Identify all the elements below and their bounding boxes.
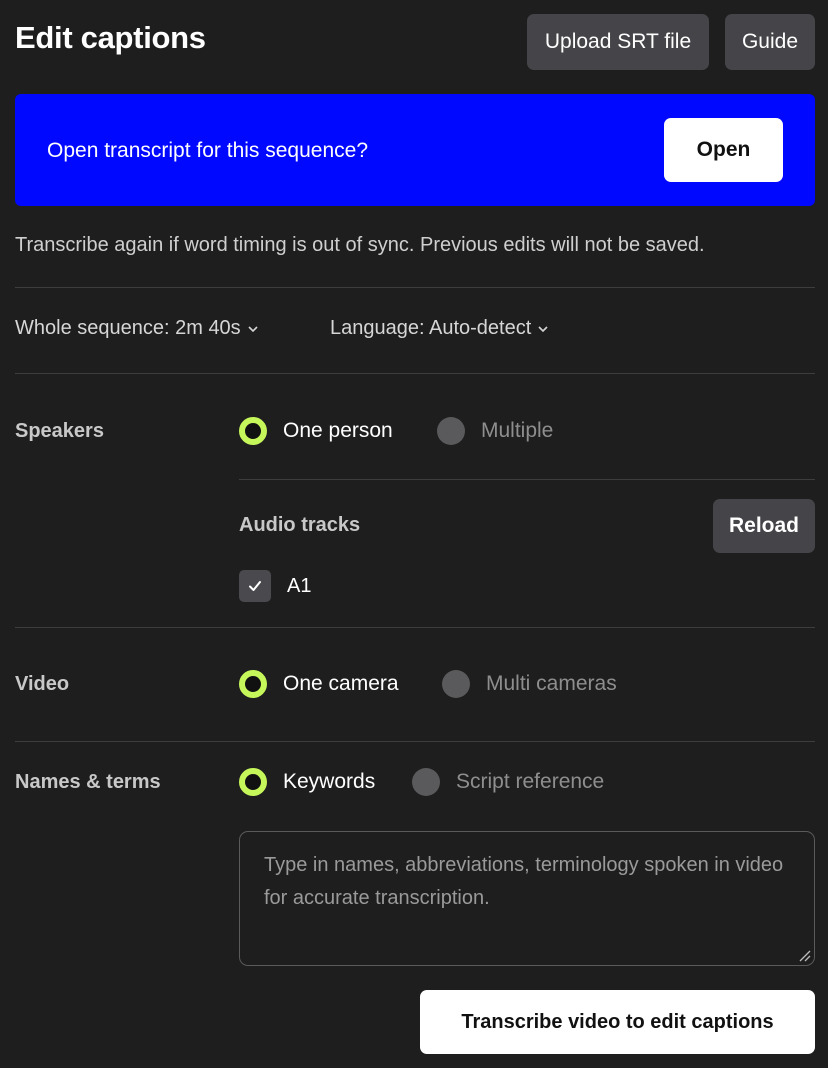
- banner-text: Open transcript for this sequence?: [47, 139, 369, 162]
- radio-selected-icon: [239, 768, 267, 796]
- open-transcript-banner: Open transcript for this sequence? Open: [15, 94, 815, 206]
- divider: [239, 479, 815, 480]
- upload-srt-button[interactable]: Upload SRT file: [527, 14, 709, 70]
- range-dropdown-label: Whole sequence: 2m 40s: [15, 317, 241, 339]
- radio-unselected-icon: [442, 670, 470, 698]
- radio-label: One camera: [283, 672, 399, 695]
- resize-grip-icon[interactable]: [797, 948, 811, 962]
- audio-tracks-label: Audio tracks: [239, 514, 361, 536]
- language-dropdown[interactable]: Language: Auto-detect: [330, 317, 549, 340]
- divider: [15, 373, 815, 374]
- script-reference-radio[interactable]: Script reference: [412, 768, 604, 796]
- guide-button[interactable]: Guide: [725, 14, 815, 70]
- divider: [15, 627, 815, 628]
- speakers-one-person-radio[interactable]: One person: [239, 417, 393, 445]
- radio-label: Script reference: [456, 770, 605, 793]
- radio-label: Keywords: [283, 770, 376, 793]
- chevron-down-icon: [248, 325, 258, 332]
- video-multi-cameras-radio[interactable]: Multi cameras: [442, 670, 617, 698]
- radio-label: Multi cameras: [486, 672, 617, 695]
- range-dropdown[interactable]: Whole sequence: 2m 40s: [15, 317, 259, 340]
- language-dropdown-label: Language: Auto-detect: [330, 317, 532, 339]
- radio-unselected-icon: [412, 768, 440, 796]
- checkmark-icon: [239, 570, 271, 602]
- video-label: Video: [15, 673, 70, 695]
- resync-notice: Transcribe again if word timing is out o…: [15, 234, 705, 256]
- speakers-multiple-radio[interactable]: Multiple: [437, 417, 553, 445]
- keywords-radio[interactable]: Keywords: [239, 768, 375, 796]
- track-name: A1: [287, 574, 312, 597]
- transcribe-button[interactable]: Transcribe video to edit captions: [420, 990, 815, 1054]
- chevron-down-icon: [538, 325, 548, 332]
- speakers-label: Speakers: [15, 420, 104, 442]
- radio-selected-icon: [239, 670, 267, 698]
- radio-label: One person: [283, 419, 393, 442]
- divider: [15, 287, 815, 288]
- radio-selected-icon: [239, 417, 267, 445]
- keywords-input[interactable]: [239, 831, 815, 966]
- names-terms-label: Names & terms: [15, 771, 161, 793]
- video-one-camera-radio[interactable]: One camera: [239, 670, 399, 698]
- radio-label: Multiple: [481, 419, 554, 442]
- page-title: Edit captions: [15, 20, 206, 55]
- track-a1-checkbox[interactable]: A1: [239, 570, 311, 602]
- open-button[interactable]: Open: [664, 118, 783, 182]
- divider: [15, 741, 815, 742]
- radio-unselected-icon: [437, 417, 465, 445]
- reload-button[interactable]: Reload: [713, 499, 815, 553]
